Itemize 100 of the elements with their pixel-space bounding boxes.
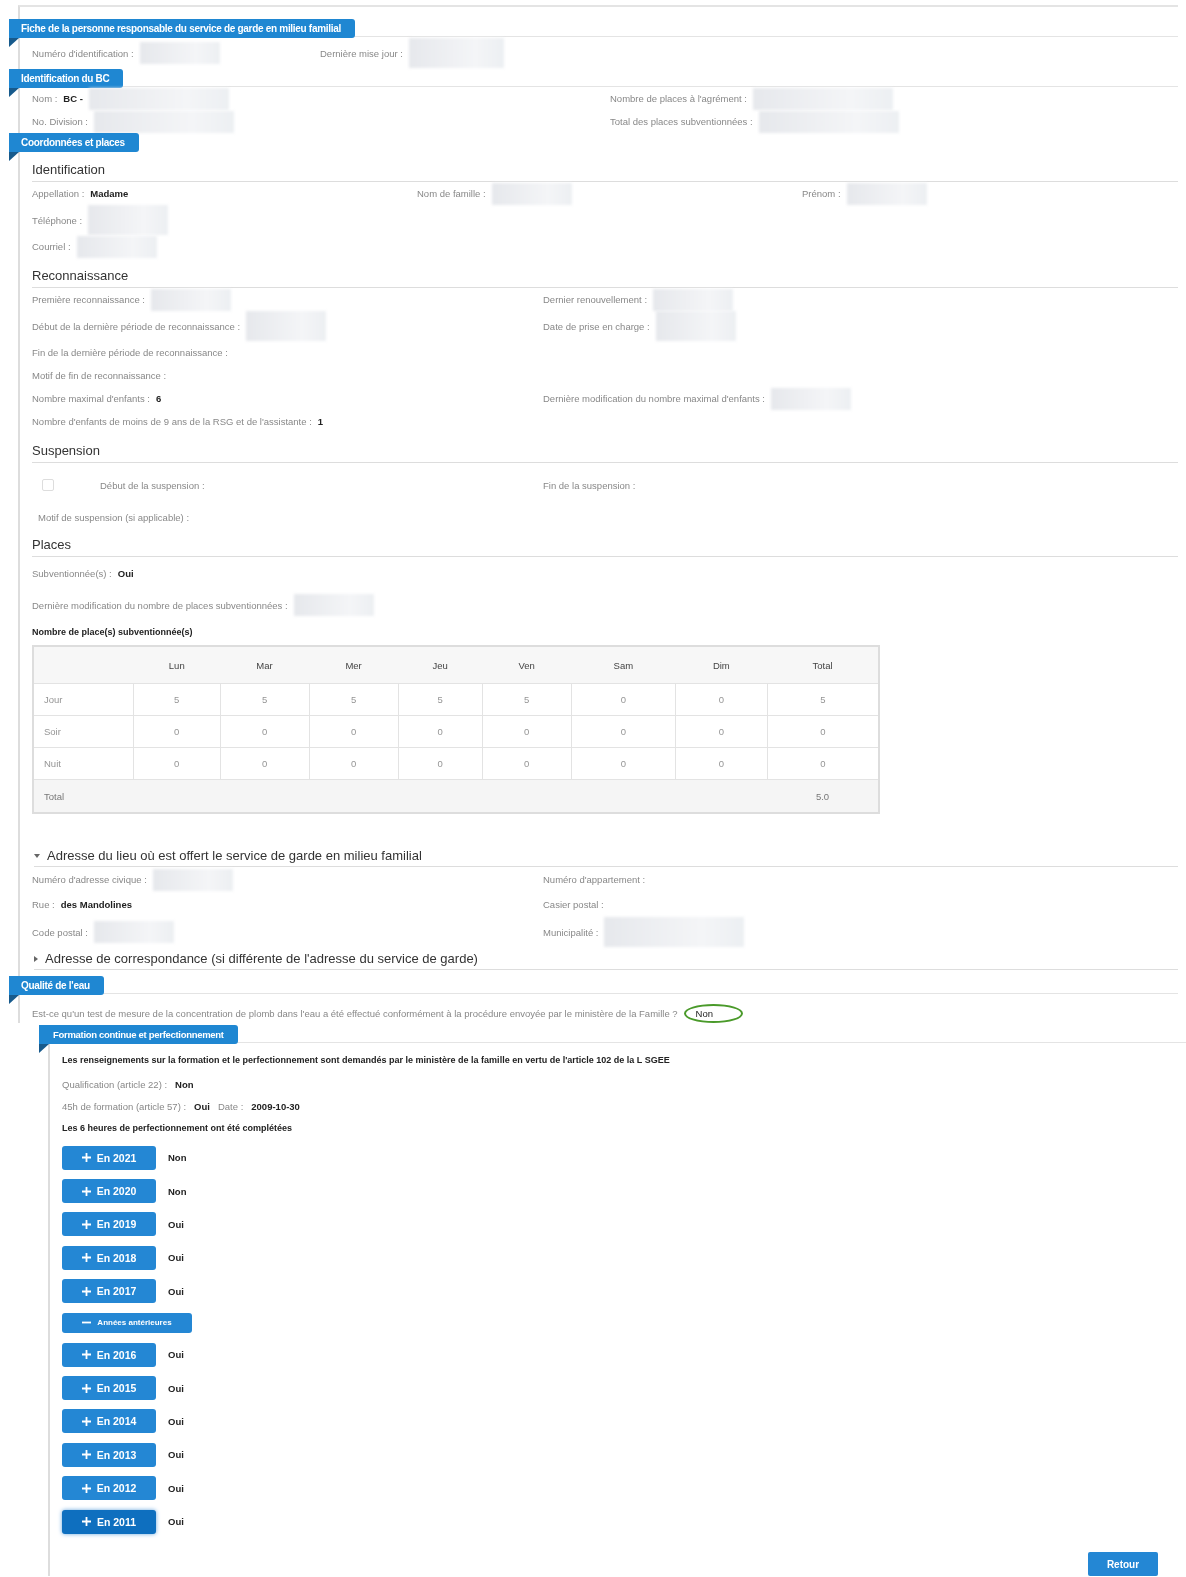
column-header: Sam [571, 646, 676, 684]
section-ribbon: Qualité de l'eau [9, 976, 104, 995]
plus-icon [81, 1350, 91, 1360]
field-label: Début de la suspension : [100, 479, 205, 491]
field-label: Nombre maximal d'enfants : [32, 393, 150, 404]
field-label: Qualification (article 22) : [62, 1078, 168, 1090]
field-value: 1 [317, 416, 324, 427]
column-header: Jeu [398, 646, 483, 684]
year-answer: Oui [168, 1218, 184, 1230]
subsection-heading: Places [32, 537, 1178, 557]
year-button[interactable]: En 2015 [62, 1376, 156, 1401]
field-label: Prénom : [802, 188, 841, 199]
field-value: Oui [117, 567, 134, 579]
year-button[interactable]: En 2014 [62, 1409, 156, 1434]
table-cell: 0 [482, 715, 572, 748]
table-cell: 5 [482, 683, 572, 716]
field-label: Début de la dernière période de reconnaissance : [32, 320, 241, 332]
table-cell: 0 [482, 747, 572, 780]
year-button[interactable]: En 2017 [62, 1279, 156, 1304]
table-cell: 0 [675, 747, 768, 780]
plus-icon [81, 1253, 91, 1263]
field-label: Première reconnaissance : [32, 294, 145, 305]
plus-icon [81, 1153, 91, 1163]
year-button[interactable]: En 2019 [62, 1212, 156, 1237]
suspension-checkbox[interactable] [42, 479, 54, 491]
year-answer: Oui [168, 1415, 184, 1427]
field-value: Non [175, 1078, 194, 1090]
plus-icon [81, 1517, 91, 1527]
table-cell: 0 [220, 715, 310, 748]
back-button[interactable]: Retour [1088, 1552, 1158, 1577]
section-ribbon: Fiche de la personne responsable du service de garde en milieu familial [9, 19, 355, 38]
year-button[interactable]: En 2011 [62, 1509, 156, 1534]
table-cell: 5 [309, 683, 399, 716]
table-cell: 5 [767, 683, 879, 716]
plus-icon [81, 1186, 91, 1196]
field-value: BC - [63, 93, 83, 104]
column-header: Total [767, 646, 879, 684]
table-cell: 0 [675, 715, 768, 748]
subsection-heading: Reconnaissance [32, 268, 1178, 288]
field-label: Fin de la suspension : [543, 479, 636, 491]
table-cell: 0 [398, 715, 483, 748]
year-answer: Oui [168, 1482, 184, 1494]
column-header: Mer [309, 646, 399, 684]
year-button[interactable]: En 2016 [62, 1342, 156, 1367]
total-label: Total [33, 779, 134, 813]
plus-icon [81, 1286, 91, 1296]
table-cell: 0 [220, 747, 310, 780]
year-button[interactable]: En 2021 [62, 1145, 156, 1170]
table-cell: 0 [309, 715, 399, 748]
table-title: Nombre de place(s) subventionnée(s) [32, 627, 194, 637]
subsection-heading: Suspension [32, 443, 1178, 463]
field-label: Rue : [32, 899, 55, 910]
year-button[interactable]: En 2013 [62, 1442, 156, 1467]
column-header: Dim [675, 646, 768, 684]
field-value: 2009-10-30 [251, 1100, 300, 1112]
field-label: Appellation : [32, 188, 85, 199]
ribbon-fold [9, 995, 19, 1004]
section-ribbon: Formation continue et perfectionnement [39, 1025, 238, 1044]
field-label: Total des places subventionnées : [610, 116, 753, 127]
year-answer: Oui [168, 1285, 184, 1297]
field-label: 45h de formation (article 57) : [62, 1100, 187, 1112]
year-answer: Oui [168, 1252, 184, 1264]
field-label: Nombre de places à l'agrément : [610, 93, 747, 104]
field-label: Numéro d'appartement : [543, 874, 646, 885]
year-button[interactable]: En 2018 [62, 1245, 156, 1270]
field-label: Numéro d'identification : [32, 47, 134, 59]
section-ribbon: Coordonnées et places [9, 133, 139, 152]
table-cell: 0 [133, 747, 221, 780]
table-cell: 0 [309, 747, 399, 780]
collapsible-heading[interactable]: Adresse de correspondance (si différente de l'adresse du service de garde) [34, 951, 1178, 970]
year-answer: Oui [168, 1382, 184, 1394]
field-label: Date : [217, 1100, 244, 1112]
year-button[interactable]: En 2020 [62, 1179, 156, 1204]
field-label: Motif de suspension (si applicable) : [38, 511, 190, 523]
ribbon-fold [9, 88, 19, 97]
table-cell: 5 [220, 683, 310, 716]
table-cell: 0 [571, 715, 676, 748]
field-label: No. Division : [32, 116, 88, 127]
table-cell: 0 [675, 683, 768, 716]
year-answer: Non [168, 1152, 187, 1164]
plus-icon [81, 1483, 91, 1493]
collapsible-heading[interactable]: Adresse du lieu où est offert le service de garde en milieu familial [34, 848, 1178, 867]
toggle-button[interactable]: Années antérieures [62, 1312, 192, 1333]
plus-icon [81, 1416, 91, 1426]
table-cell: 0 [571, 683, 676, 716]
table-cell: Nuit [33, 747, 134, 780]
field-label: Dernier renouvellement : [543, 294, 648, 305]
table-cell: 0 [398, 747, 483, 780]
question-text: Est-ce qu'un test de mesure de la concentration de plomb dans l'eau a été effectué conformément à la procédure envoyée par le ministère de la Famille ? [32, 1008, 678, 1019]
field-label: Nombre d'enfants de moins de 9 ans de la RSG et de l'assistante : [32, 416, 312, 427]
field-label: Nom de famille : [417, 188, 486, 199]
table-cell: Soir [33, 715, 134, 748]
field-label: Courriel : [32, 241, 71, 252]
year-answer: Non [168, 1185, 187, 1197]
column-header: Lun [133, 646, 221, 684]
subsection-heading: Identification [32, 162, 1178, 182]
field-value: Oui [194, 1100, 210, 1112]
field-label: Municipalité : [543, 926, 599, 938]
section-text: Les 6 heures de perfectionnement ont été complétées [62, 1123, 294, 1133]
year-button[interactable]: En 2012 [62, 1476, 156, 1501]
